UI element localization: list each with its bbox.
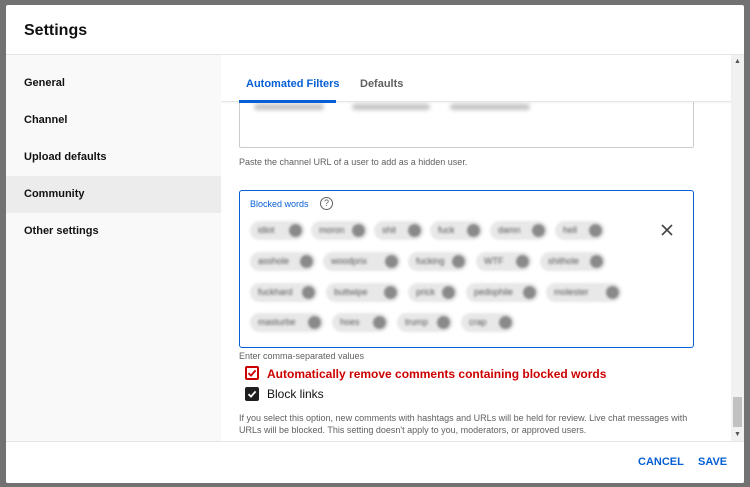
remove-chip-icon[interactable] (289, 224, 302, 237)
remove-chip-icon[interactable] (385, 255, 398, 268)
sidebar-item-general[interactable]: General (6, 65, 221, 102)
remove-chip-icon[interactable] (408, 224, 421, 237)
remove-chip-icon[interactable] (499, 316, 512, 329)
settings-dialog: Settings General Channel Upload defaults… (6, 5, 744, 483)
hidden-user-chip (450, 104, 530, 110)
cancel-button[interactable]: CANCEL (638, 456, 684, 468)
blocked-word-chip[interactable]: hoes (332, 313, 389, 332)
blocked-word-chip[interactable]: hell (555, 221, 605, 240)
sidebar-item-channel[interactable]: Channel (6, 102, 221, 139)
dialog-header: Settings (6, 5, 744, 55)
chip-label: hoes (340, 317, 360, 327)
remove-chip-icon[interactable] (384, 286, 397, 299)
panel-scrollbar[interactable]: ▲ ▼ (731, 55, 744, 441)
blocked-word-chip[interactable]: shithole (540, 252, 606, 271)
auto-remove-label: Automatically remove comments containing… (267, 367, 607, 381)
blocked-words-label: Blocked words (250, 199, 309, 209)
chip-label: damn (498, 225, 521, 235)
blocked-word-chip[interactable]: shit (374, 221, 424, 240)
chip-label: prick (416, 287, 436, 297)
remove-chip-icon[interactable] (606, 286, 619, 299)
block-links-label: Block links (267, 387, 324, 401)
save-button[interactable]: SAVE (698, 456, 727, 468)
dialog-title: Settings (24, 22, 88, 39)
scroll-up-arrow-icon[interactable]: ▲ (731, 55, 744, 68)
remove-chip-icon[interactable] (437, 316, 450, 329)
sidebar-item-community[interactable]: Community (6, 176, 221, 213)
blocked-word-chip[interactable]: prick (408, 283, 458, 302)
blocked-word-chip[interactable]: molester (546, 283, 622, 302)
settings-main-panel: Automated Filters Defaults Paste the cha… (221, 55, 744, 441)
hidden-users-hint: Paste the channel URL of a user to add a… (239, 157, 468, 167)
active-tab-indicator (239, 100, 336, 103)
tab-defaults[interactable]: Defaults (360, 78, 403, 90)
blocked-word-chip[interactable]: trump (397, 313, 453, 332)
chip-label: molester (554, 287, 589, 297)
tab-bar: Automated Filters Defaults (221, 55, 731, 103)
chip-label: trump (405, 317, 429, 327)
chip-label: fucking (416, 256, 445, 266)
remove-chip-icon[interactable] (590, 255, 603, 268)
remove-chip-icon[interactable] (302, 286, 315, 299)
chip-label: moron (319, 225, 345, 235)
help-circle-icon[interactable]: ? (320, 197, 333, 210)
remove-chip-icon[interactable] (308, 316, 321, 329)
block-links-note: If you select this option, new comments … (239, 413, 688, 435)
chip-label: masturbe (258, 317, 296, 327)
chip-label: asshole (258, 256, 290, 266)
blocked-word-chip[interactable]: fucking (408, 252, 468, 271)
chip-label: crap (469, 317, 487, 327)
settings-sidebar: General Channel Upload defaults Communit… (6, 55, 221, 441)
chip-label: fuckhard (258, 287, 293, 297)
chip-label: woodprix (331, 256, 368, 266)
check-icon (247, 369, 257, 377)
hidden-user-chip (254, 104, 324, 110)
dialog-footer: CANCEL SAVE (6, 441, 744, 483)
remove-chip-icon[interactable] (352, 224, 365, 237)
remove-chip-icon[interactable] (452, 255, 465, 268)
chip-label: buttwipe (334, 287, 368, 297)
remove-chip-icon[interactable] (532, 224, 545, 237)
auto-remove-checkbox[interactable] (245, 366, 259, 380)
blocked-words-hint: Enter comma-separated values (239, 351, 365, 361)
chip-label: fuck (438, 225, 455, 235)
remove-chip-icon[interactable] (589, 224, 602, 237)
chip-label: hell (563, 225, 578, 235)
close-icon[interactable] (660, 223, 674, 237)
blocked-word-chip[interactable]: crap (461, 313, 515, 332)
blocked-word-chip[interactable]: fuck (430, 221, 483, 240)
blocked-word-chip[interactable]: fuckhard (250, 283, 318, 302)
remove-chip-icon[interactable] (373, 316, 386, 329)
sidebar-item-upload-defaults[interactable]: Upload defaults (6, 139, 221, 176)
blocked-word-chip[interactable]: damn (490, 221, 548, 240)
remove-chip-icon[interactable] (523, 286, 536, 299)
remove-chip-icon[interactable] (300, 255, 313, 268)
chip-label: shit (382, 225, 397, 235)
blocked-word-chip[interactable]: moron (311, 221, 368, 240)
scroll-down-arrow-icon[interactable]: ▼ (731, 428, 744, 441)
sidebar-item-other-settings[interactable]: Other settings (6, 213, 221, 250)
chip-label: shithole (548, 256, 580, 266)
blocked-word-chip[interactable]: woodprix (323, 252, 401, 271)
hidden-user-chip (352, 104, 430, 110)
blocked-word-chip[interactable]: buttwipe (326, 283, 400, 302)
remove-chip-icon[interactable] (442, 286, 455, 299)
tab-automated-filters[interactable]: Automated Filters (246, 78, 340, 90)
blocked-word-chip[interactable]: asshole (250, 252, 316, 271)
chip-label: idiot (258, 225, 275, 235)
block-links-checkbox[interactable] (245, 387, 259, 401)
blocked-word-chip[interactable]: pedophile (466, 283, 539, 302)
blocked-word-chip[interactable]: WTF (476, 252, 532, 271)
chip-label: pedophile (474, 287, 514, 297)
check-icon (247, 390, 257, 398)
blocked-word-chip[interactable]: idiot (250, 221, 305, 240)
remove-chip-icon[interactable] (516, 255, 529, 268)
scroll-thumb[interactable] (733, 397, 742, 427)
blocked-words-input[interactable]: Blocked words ? idiot moron shit fuck da… (239, 190, 694, 348)
remove-chip-icon[interactable] (467, 224, 480, 237)
blocked-word-chip[interactable]: masturbe (250, 313, 324, 332)
chip-label: WTF (484, 256, 504, 266)
